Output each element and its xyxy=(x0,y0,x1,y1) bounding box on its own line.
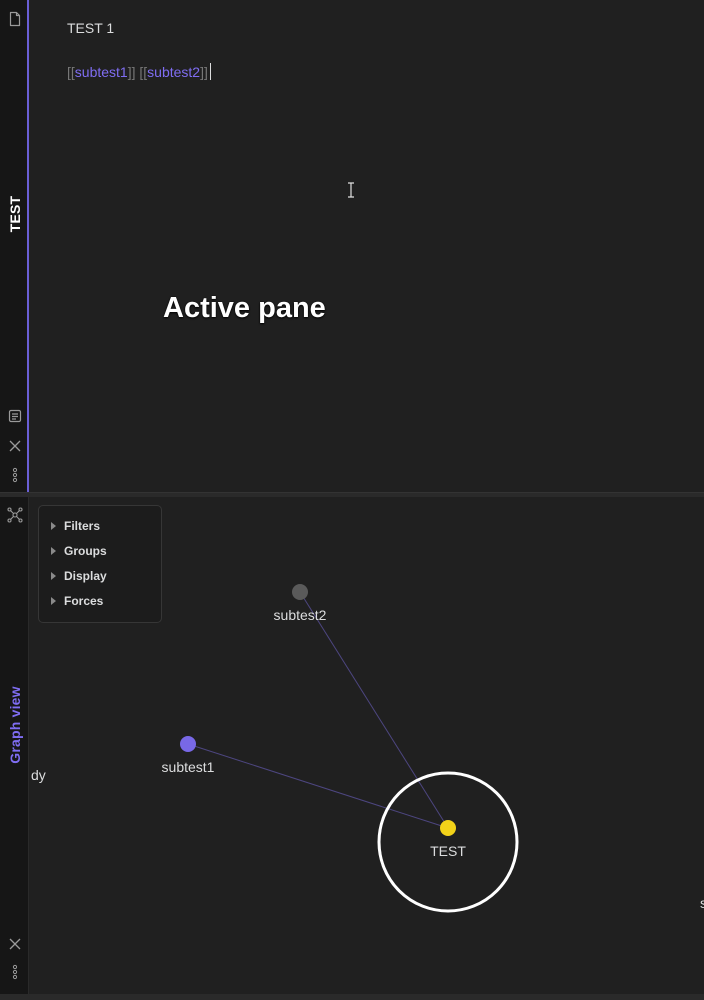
close-icon[interactable] xyxy=(7,438,23,454)
link-close-bracket: ]] xyxy=(200,64,208,80)
clipped-node-label: s xyxy=(700,895,704,911)
graph-edge-subtest2-test xyxy=(299,591,449,829)
text-caret xyxy=(209,63,211,80)
pane-tab-strip: Graph view xyxy=(0,497,29,994)
markdown-editor[interactable]: TEST 1 [[subtest1]] [[subtest2]] Active … xyxy=(30,0,704,492)
graph-node-test[interactable] xyxy=(440,820,456,836)
graph-control-display[interactable]: Display xyxy=(51,563,161,588)
status-bar xyxy=(0,994,704,1000)
more-options-icon[interactable] xyxy=(7,467,23,483)
graph-node-subtest2[interactable] xyxy=(292,584,308,600)
clipped-node-label: dy xyxy=(31,767,46,783)
expand-triangle-icon xyxy=(51,546,56,555)
graph-controls-panel: Filters Groups Display Forces xyxy=(38,505,162,623)
close-icon[interactable] xyxy=(7,936,23,952)
more-options-icon[interactable] xyxy=(7,964,23,980)
link-close-bracket: ]] xyxy=(127,64,136,80)
graph-node-label-subtest2: subtest2 xyxy=(273,607,327,623)
graph-node-subtest1[interactable] xyxy=(180,736,196,752)
ibeam-cursor-icon xyxy=(347,182,355,198)
tab-title-test[interactable]: TEST xyxy=(7,196,23,233)
active-pane-annotation: Active pane xyxy=(163,292,326,324)
editor-line[interactable]: [[subtest1]] [[subtest2]] xyxy=(67,63,211,80)
document-title: TEST 1 xyxy=(67,20,115,36)
link-open-bracket: [[ xyxy=(67,64,75,80)
graph-focus-ring xyxy=(377,771,519,913)
pane-tab-strip: TEST xyxy=(0,0,29,492)
graph-pane: Graph view subtest2 subtest1 TEST dy s F… xyxy=(0,497,704,994)
graph-node-label-subtest1: subtest1 xyxy=(161,759,215,775)
wikilink-subtest2[interactable]: subtest2 xyxy=(147,64,200,80)
reading-view-icon[interactable] xyxy=(7,408,23,424)
graph-icon[interactable] xyxy=(7,507,23,523)
tab-title-graph-view[interactable]: Graph view xyxy=(7,686,23,763)
graph-control-forces[interactable]: Forces xyxy=(51,588,161,613)
expand-triangle-icon xyxy=(51,521,56,530)
expand-triangle-icon xyxy=(51,571,56,580)
graph-control-filters[interactable]: Filters xyxy=(51,513,161,538)
graph-canvas[interactable]: subtest2 subtest1 TEST dy s Filters Grou… xyxy=(30,497,704,994)
editor-pane: TEST TEST 1 [[subtest1]] [[subtest2]] Ac… xyxy=(0,0,704,492)
file-icon[interactable] xyxy=(7,11,23,27)
graph-control-groups[interactable]: Groups xyxy=(51,538,161,563)
wikilink-subtest1[interactable]: subtest1 xyxy=(75,64,128,80)
expand-triangle-icon xyxy=(51,596,56,605)
link-open-bracket: [[ xyxy=(139,64,148,80)
graph-node-label-test: TEST xyxy=(430,843,466,859)
